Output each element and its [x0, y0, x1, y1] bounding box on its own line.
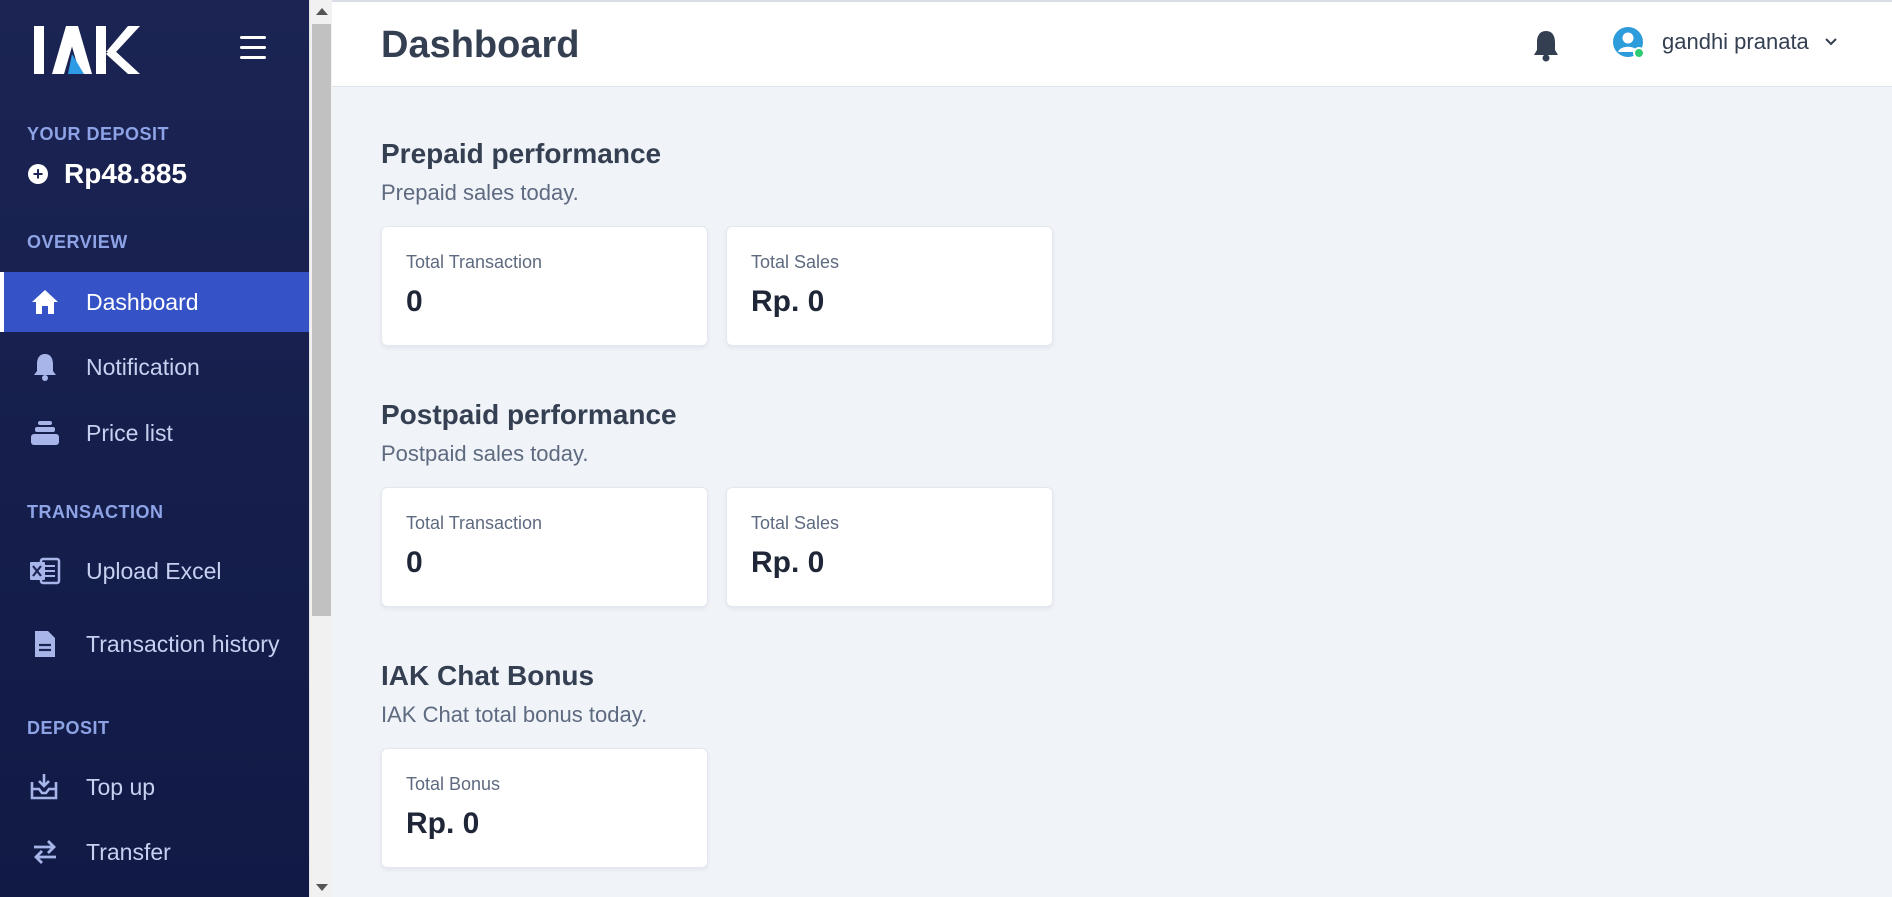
sidebar-item-top-up[interactable]: Top up [0, 757, 309, 817]
overview-section-label: OVERVIEW [27, 232, 128, 252]
sidebar-item-label: Transaction history [86, 630, 280, 657]
card-value: Rp. 0 [751, 546, 825, 579]
scroll-down-arrow-icon[interactable] [316, 884, 328, 891]
stack-icon [28, 416, 62, 450]
card-label: Total Transaction [406, 513, 543, 533]
sidebar-item-price-list[interactable]: Price list [0, 403, 309, 463]
card-value: 0 [406, 285, 423, 318]
sidebar-item-upload-excel[interactable]: Upload Excel [0, 541, 309, 601]
card-label: Total Sales [751, 513, 840, 533]
postpaid-total-sales-card: Total Sales Rp. 0 [726, 487, 1053, 607]
sidebar-scrollbar[interactable] [309, 0, 332, 897]
sidebar-item-transfer[interactable]: Transfer [0, 822, 309, 882]
card-label: Total Transaction [406, 252, 543, 272]
document-icon [28, 627, 62, 661]
deposit-section-label: YOUR DEPOSIT [27, 124, 170, 144]
sidebar-item-dashboard[interactable]: Dashboard [0, 272, 309, 332]
sidebar-item-label: Dashboard [86, 288, 199, 315]
sidebar-item-label: Notification [86, 353, 200, 380]
menu-toggle-button[interactable] [240, 36, 268, 62]
card-value: Rp. 0 [406, 807, 480, 840]
card-value: Rp. 0 [751, 285, 825, 318]
excel-icon [28, 554, 62, 588]
bell-icon [28, 350, 62, 384]
sidebar-item-label: Price list [86, 419, 173, 446]
prepaid-total-transaction-card: Total Transaction 0 [381, 226, 708, 346]
card-label: Total Bonus [406, 774, 501, 794]
chat-bonus-section-title: IAK Chat Bonus [381, 660, 595, 691]
card-label: Total Sales [751, 252, 840, 272]
deposit-balance: + Rp48.885 [28, 158, 187, 190]
top-bar: Dashboard gandhi pranata [332, 0, 1892, 87]
scroll-up-arrow-icon[interactable] [316, 8, 328, 15]
user-avatar-icon [1612, 26, 1645, 59]
sidebar-item-label: Transfer [86, 838, 171, 865]
sidebar-item-label: Top up [86, 773, 156, 800]
add-deposit-icon[interactable]: + [28, 164, 48, 184]
transaction-section-label: TRANSACTION [27, 502, 164, 522]
deposit-amount: Rp48.885 [64, 158, 187, 189]
transfer-icon [28, 835, 62, 869]
chevron-down-icon [1825, 38, 1837, 46]
prepaid-total-sales-card: Total Sales Rp. 0 [726, 226, 1053, 346]
prepaid-section-subtitle: Prepaid sales today. [381, 180, 579, 205]
notification-bell-icon[interactable] [1530, 28, 1562, 62]
home-icon [28, 285, 62, 319]
postpaid-section-title: Postpaid performance [381, 399, 677, 430]
sidebar-header [0, 0, 309, 100]
chat-bonus-section-subtitle: IAK Chat total bonus today. [381, 702, 648, 727]
deposit-menu-section-label: DEPOSIT [27, 718, 110, 738]
chat-total-bonus-card: Total Bonus Rp. 0 [381, 748, 708, 868]
topup-icon [28, 770, 62, 804]
sidebar-item-notification[interactable]: Notification [0, 337, 309, 397]
sidebar: YOUR DEPOSIT + Rp48.885 OVERVIEW Dashboa… [0, 0, 309, 897]
scrollbar-thumb[interactable] [312, 24, 331, 616]
card-value: 0 [406, 546, 423, 579]
sidebar-item-label: Upload Excel [86, 557, 222, 584]
postpaid-total-transaction-card: Total Transaction 0 [381, 487, 708, 607]
page-title: Dashboard [381, 24, 580, 66]
iak-logo[interactable] [32, 24, 142, 76]
user-name: gandhi pranata [1662, 29, 1809, 54]
sidebar-item-transaction-history[interactable]: Transaction history [0, 612, 309, 676]
postpaid-section-subtitle: Postpaid sales today. [381, 441, 589, 466]
prepaid-section-title: Prepaid performance [381, 138, 662, 169]
user-menu[interactable]: gandhi pranata [1612, 26, 1839, 59]
